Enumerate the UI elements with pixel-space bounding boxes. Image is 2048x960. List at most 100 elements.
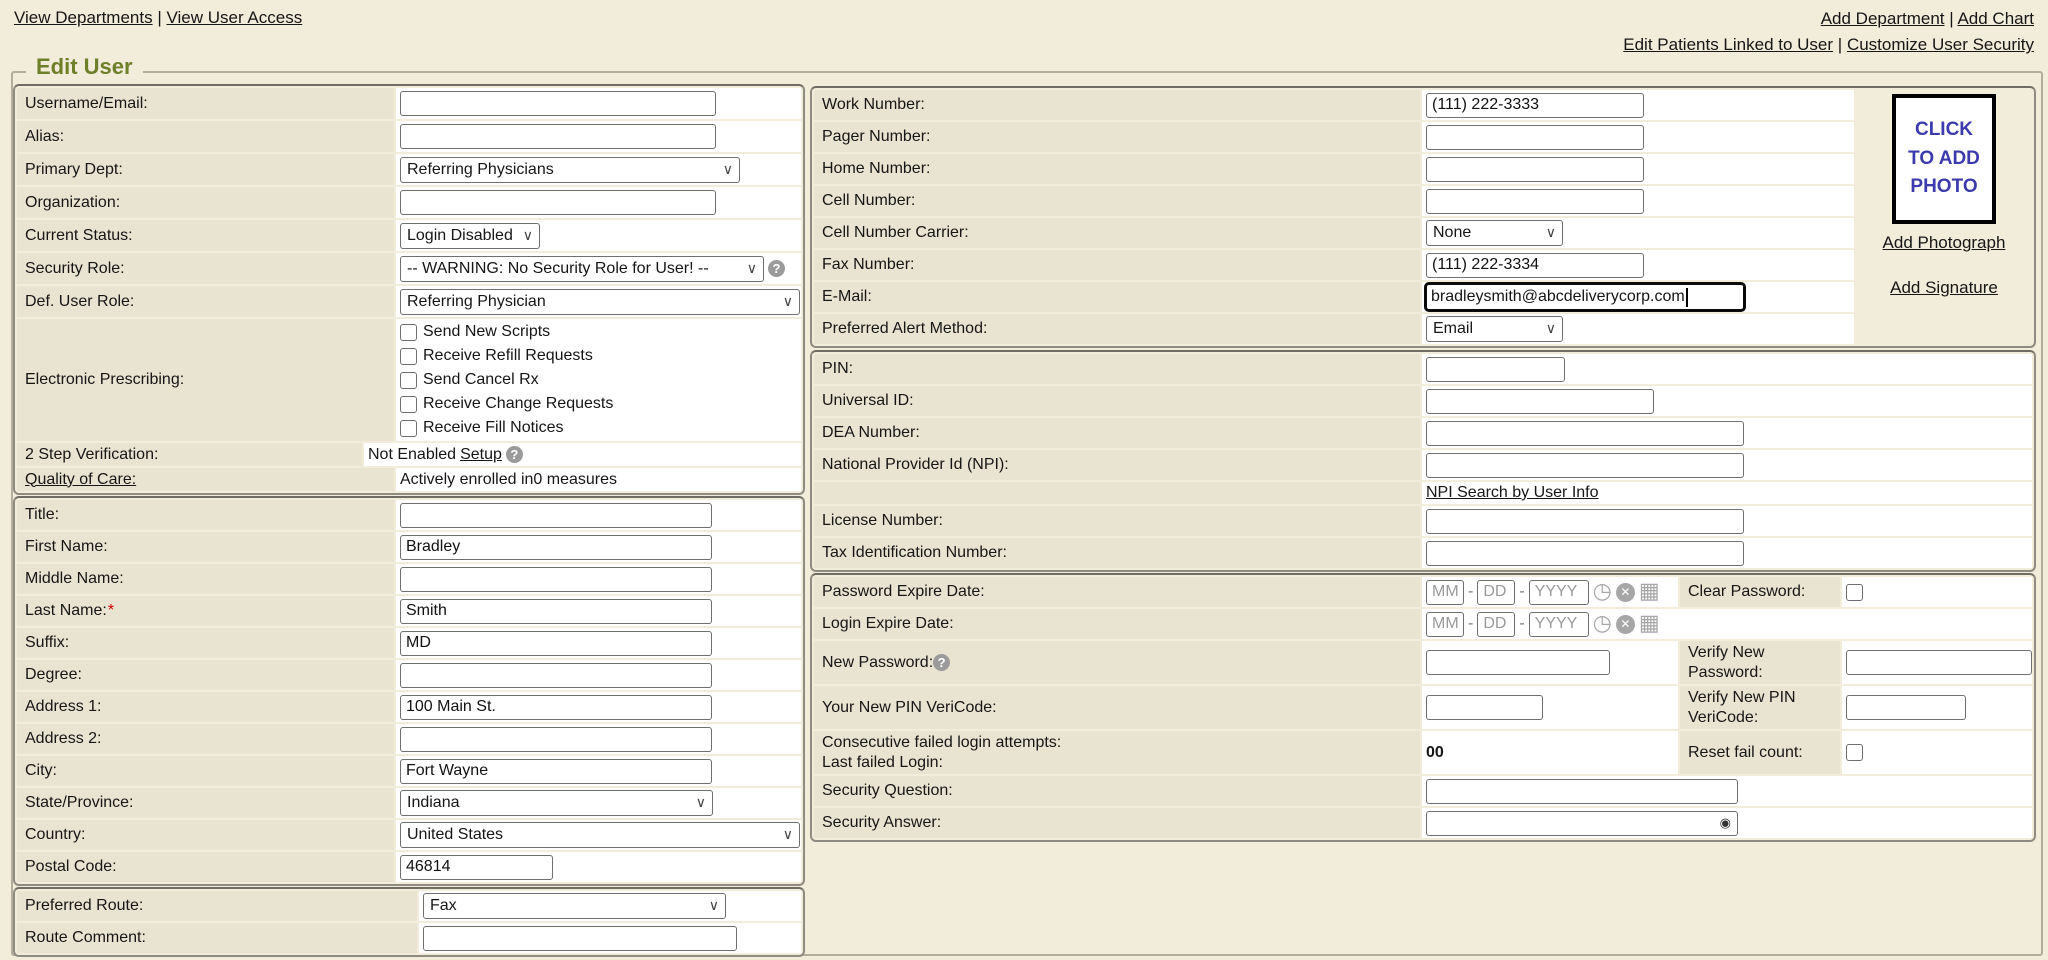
password-expire-dd-input[interactable] [1477,580,1515,605]
customize-user-security-link[interactable]: Customize User Security [1847,35,2034,54]
alias-input[interactable] [400,124,716,149]
add-photo-box[interactable]: CLICK TO ADD PHOTO [1892,94,1996,224]
degree-input[interactable] [400,663,712,688]
edit-patients-linked-link[interactable]: Edit Patients Linked to User [1623,35,1833,54]
alert-method-select[interactable]: Email ∨ [1426,316,1563,342]
verify-new-password-input[interactable] [1846,650,2032,675]
receive-change-requests-checkbox[interactable] [400,396,417,413]
calendar-icon[interactable]: ▦ [1639,581,1660,603]
pager-number-input[interactable] [1426,125,1644,150]
title-label: Title: [17,500,394,530]
add-department-link[interactable]: Add Department [1821,9,1945,28]
password-expire-yyyy-input[interactable] [1529,580,1589,605]
home-number-input[interactable] [1426,157,1644,182]
send-cancel-rx-checkbox[interactable] [400,372,417,389]
city-row: City: [17,756,801,786]
label-text: Def. User Role: [25,293,134,311]
suffix-input[interactable] [400,631,712,656]
security-role-help-icon[interactable]: ? [768,260,785,277]
clock-icon[interactable]: ◷ [1593,613,1612,635]
first-name-input[interactable] [400,535,712,560]
license-number-input[interactable] [1426,509,1744,534]
send-new-scripts-checkbox[interactable] [400,324,417,341]
verify-new-password-value-cell [1842,641,2032,684]
clock-icon[interactable]: ◷ [1593,581,1612,603]
work-number-input[interactable] [1426,93,1644,118]
label-text: Alias: [25,128,64,146]
last-name-input[interactable] [400,599,712,624]
add-photograph-link[interactable]: Add Photograph [1883,233,2006,253]
add-chart-link[interactable]: Add Chart [1957,9,2034,28]
text-cursor [1686,288,1688,307]
address1-input[interactable] [400,695,712,720]
address2-value-cell [396,724,801,754]
npi-search-link[interactable]: NPI Search by User Info [1426,484,1599,502]
universal-id-input[interactable] [1426,389,1654,414]
security-question-input[interactable] [1426,779,1738,804]
pin-vericode-input[interactable] [1426,695,1543,720]
primary-dept-row: Primary Dept: Referring Physicians ∨ [17,154,801,185]
verify-pin-vericode-input[interactable] [1846,695,1966,720]
new-password-value-cell [1422,641,1678,684]
password-expire-date-cell: - - ◷ ✕ ▦ [1422,577,1678,607]
current-status-select[interactable]: Login Disabled ∨ [400,223,540,249]
view-departments-link[interactable]: View Departments [14,8,153,27]
view-user-access-link[interactable]: View User Access [166,8,302,27]
login-expire-dd-input[interactable] [1477,612,1515,637]
current-status-row: Current Status: Login Disabled ∨ [17,220,801,251]
receive-refill-requests-checkbox[interactable] [400,348,417,365]
state-select[interactable]: Indiana ∨ [400,790,713,816]
tax-id-input[interactable] [1426,541,1744,566]
preferred-route-select[interactable]: Fax ∨ [423,893,726,919]
postal-code-input[interactable] [400,855,553,880]
chevron-down-icon: ∨ [747,261,757,277]
security-role-select[interactable]: -- WARNING: No Security Role for User! -… [400,256,764,282]
login-expire-mm-input[interactable] [1426,612,1464,637]
suffix-value-cell [396,628,801,658]
primary-dept-select[interactable]: Referring Physicians ∨ [400,157,740,183]
password-expire-mm-input[interactable] [1426,580,1464,605]
security-answer-input[interactable] [1426,811,1738,836]
eye-icon[interactable]: ◉ [1720,816,1731,831]
npi-input[interactable] [1426,453,1744,478]
new-password-input[interactable] [1426,650,1610,675]
last-name-label: Last Name:* [17,596,394,626]
login-expire-yyyy-input[interactable] [1529,612,1589,637]
photo-cell: CLICK TO ADD PHOTO Add Photograph Add Si… [1856,90,2032,344]
label-text: PIN: [822,360,853,378]
universal-id-value-cell [1422,386,2032,416]
label-text: Postal Code: [25,858,117,876]
fax-number-input[interactable] [1426,253,1644,278]
new-password-help-icon[interactable]: ? [933,654,950,671]
clear-date-icon[interactable]: ✕ [1616,583,1635,602]
clear-date-icon[interactable]: ✕ [1616,615,1635,634]
two-step-help-icon[interactable]: ? [506,446,523,463]
title-input[interactable] [400,503,712,528]
clear-password-checkbox[interactable] [1846,584,1863,601]
address2-input[interactable] [400,727,712,752]
label-text: Cell Number: [822,192,915,210]
middle-name-input[interactable] [400,567,712,592]
city-input[interactable] [400,759,712,784]
route-comment-input[interactable] [423,926,737,951]
cell-carrier-select[interactable]: None ∨ [1426,220,1563,246]
fax-number-label: Fax Number: [814,250,1420,280]
dea-number-input[interactable] [1426,421,1744,446]
email-input[interactable]: bradleysmith@abcdeliverycorp.com [1424,282,1746,312]
receive-fill-notices-checkbox[interactable] [400,420,417,437]
label-text: Last failed Login: [822,753,943,773]
pin-label: PIN: [814,354,1420,384]
top-right-line1: Add Department | Add Chart [1623,6,2034,32]
two-step-setup-link[interactable]: Setup [460,446,502,464]
def-user-role-select[interactable]: Referring Physician ∨ [400,289,800,315]
pin-input[interactable] [1426,357,1565,382]
username-input[interactable] [400,91,716,116]
organization-input[interactable] [400,190,716,215]
calendar-icon[interactable]: ▦ [1639,613,1660,635]
quality-of-care-link[interactable]: Quality of Care: [25,471,136,489]
country-select[interactable]: United States ∨ [400,822,800,848]
reset-fail-count-checkbox[interactable] [1846,744,1863,761]
cell-number-input[interactable] [1426,189,1644,214]
security-question-value-cell [1422,776,2032,806]
add-signature-link[interactable]: Add Signature [1890,278,1998,298]
